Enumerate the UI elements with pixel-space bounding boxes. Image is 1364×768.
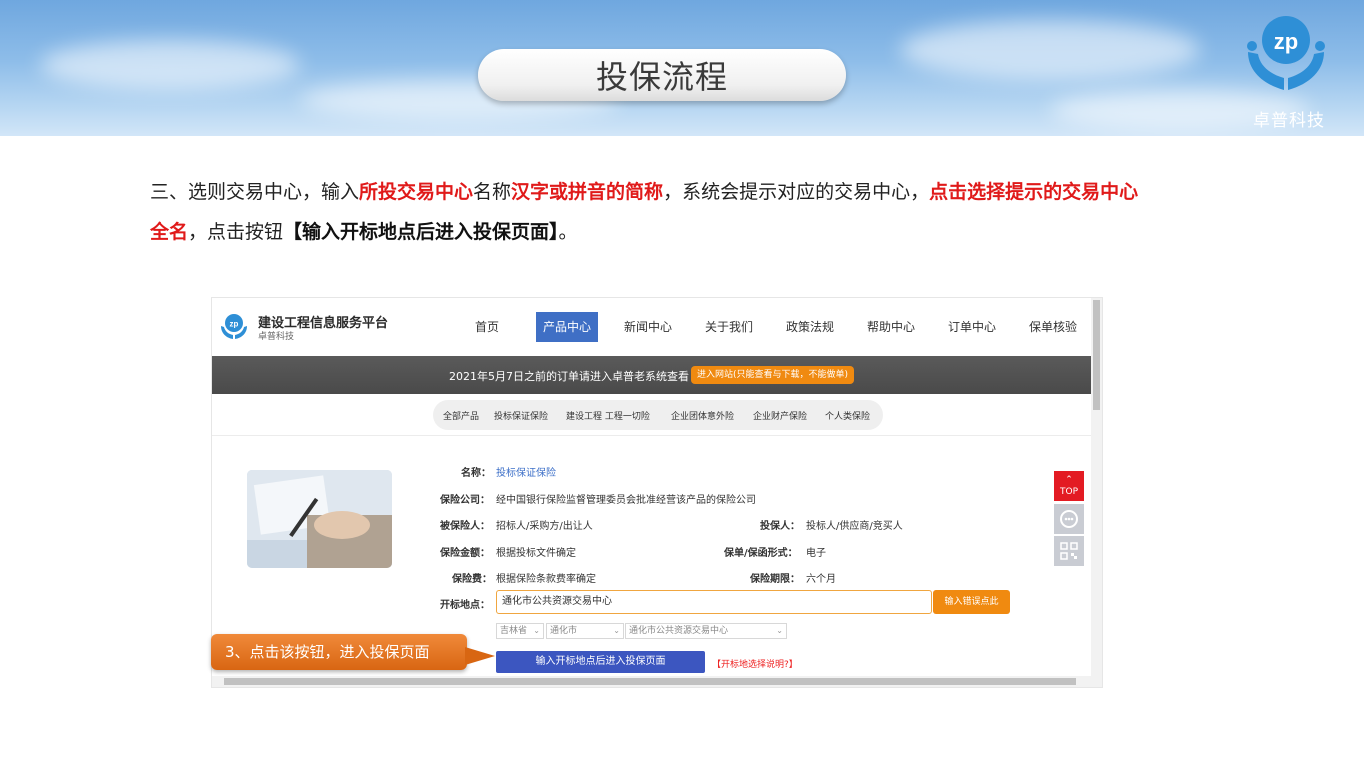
- zp-logo-icon: zp: [221, 314, 247, 339]
- nav-news[interactable]: 新闻中心: [617, 312, 679, 342]
- nav-home[interactable]: 首页: [468, 312, 506, 342]
- divider: [212, 435, 1092, 436]
- customer-service-icon[interactable]: [1054, 504, 1084, 534]
- slide: 投保流程 zp 卓普科技 三、选则交易中心，输入所投交易中心名称汉字或拼音的简称…: [0, 0, 1364, 768]
- callout-arrow: [465, 647, 495, 665]
- name-label: 名称：: [461, 468, 491, 479]
- amount-label: 保险金额：: [440, 548, 490, 559]
- nav-orders[interactable]: 订单中心: [941, 312, 1003, 342]
- back-to-top-button[interactable]: ⌃ TOP: [1054, 471, 1084, 501]
- category-personal[interactable]: 个人类保险: [825, 409, 870, 422]
- location-label: 开标地点：: [440, 600, 490, 611]
- instruction-text: 三、选则交易中心，输入所投交易中心名称汉字或拼音的简称，系统会提示对应的交易中心…: [150, 181, 1139, 243]
- city-select[interactable]: 通化市 ⌄: [546, 623, 624, 639]
- location-input[interactable]: 通化市公共资源交易中心: [496, 590, 932, 614]
- old-system-button[interactable]: 进入网站(只能查看与下载，不能做单): [691, 366, 855, 384]
- category-all[interactable]: 全部产品: [443, 409, 479, 422]
- center-select[interactable]: 通化市公共资源交易中心 ⌄: [625, 623, 787, 639]
- chevron-up-icon: ⌃: [1065, 475, 1073, 485]
- zp-hands-logo-icon: zp: [1247, 16, 1325, 90]
- qr-code-icon[interactable]: [1054, 536, 1084, 566]
- category-bar: 全部产品 投标保证保险 建设工程 工程一切险 企业团体意外险 企业财产保险 个人…: [433, 400, 883, 430]
- period-value: 六个月: [806, 574, 836, 585]
- nav-verify[interactable]: 保单核验: [1022, 312, 1084, 342]
- nav-products[interactable]: 产品中心: [536, 312, 599, 342]
- product-image: [247, 470, 392, 568]
- period-label: 保险期限：: [750, 574, 800, 585]
- name-value[interactable]: 投标保证保险: [496, 464, 556, 479]
- category-engineering[interactable]: 建设工程 工程一切险: [566, 409, 650, 422]
- slide-title: 投保流程: [478, 49, 846, 101]
- fee-label: 保险费：: [452, 574, 492, 585]
- notice-bar: 2021年5月7日之前的订单请进入卓普老系统查看 进入网站(只能查看与下载，不能…: [212, 356, 1092, 394]
- company-label: 保险公司：: [440, 495, 490, 506]
- header-banner: 投保流程 zp 卓普科技: [0, 0, 1364, 136]
- website-screenshot: zp 建设工程信息服务平台 卓普科技 首页 产品中心 新闻中心 关于我们 政策法…: [211, 297, 1103, 688]
- applicant-value: 投标人/供应商/竞买人: [806, 521, 903, 532]
- input-error-button[interactable]: 输入错误点此: [933, 590, 1010, 614]
- form-value: 电子: [806, 548, 826, 559]
- enter-insure-button[interactable]: 输入开标地点后进入投保页面: [496, 651, 705, 673]
- nav-help[interactable]: 帮助中心: [860, 312, 922, 342]
- category-bid-bond[interactable]: 投标保证保险: [494, 409, 548, 422]
- nav-about[interactable]: 关于我们: [698, 312, 760, 342]
- applicant-label: 投保人：: [760, 521, 800, 532]
- vertical-scrollbar[interactable]: [1091, 298, 1102, 678]
- location-help-link[interactable]: 【开标地选择说明?】: [712, 657, 798, 670]
- nav-policies[interactable]: 政策法规: [779, 312, 841, 342]
- amount-value: 根据投标文件确定: [496, 548, 576, 559]
- chevron-down-icon: ⌄: [776, 626, 783, 635]
- category-property[interactable]: 企业财产保险: [753, 409, 807, 422]
- brand-name: 卓普科技: [1253, 111, 1325, 131]
- step-callout: 3、点击该按钮，进入投保页面: [211, 634, 467, 670]
- platform-subtitle: 卓普科技: [258, 332, 295, 342]
- notice-text: 2021年5月7日之前的订单请进入卓普老系统查看: [449, 370, 689, 383]
- site-navbar: zp 建设工程信息服务平台 卓普科技 首页 产品中心 新闻中心 关于我们 政策法…: [212, 298, 1092, 356]
- insured-label: 被保险人：: [440, 521, 490, 532]
- category-accident[interactable]: 企业团体意外险: [671, 409, 734, 422]
- chevron-down-icon: ⌄: [613, 626, 620, 635]
- province-select[interactable]: 吉林省 ⌄: [496, 623, 544, 639]
- svg-text:zp: zp: [1274, 29, 1298, 54]
- company-value: 经中国银行保险监督管理委员会批准经营该产品的保险公司: [496, 495, 756, 506]
- svg-text:zp: zp: [230, 320, 239, 329]
- insured-value: 招标人/采购方/出让人: [496, 521, 593, 532]
- chevron-down-icon: ⌄: [533, 626, 540, 635]
- horizontal-scrollbar[interactable]: [212, 676, 1102, 687]
- fee-value: 根据保险条款费率确定: [496, 574, 596, 585]
- form-label: 保单/保函形式：: [724, 548, 798, 559]
